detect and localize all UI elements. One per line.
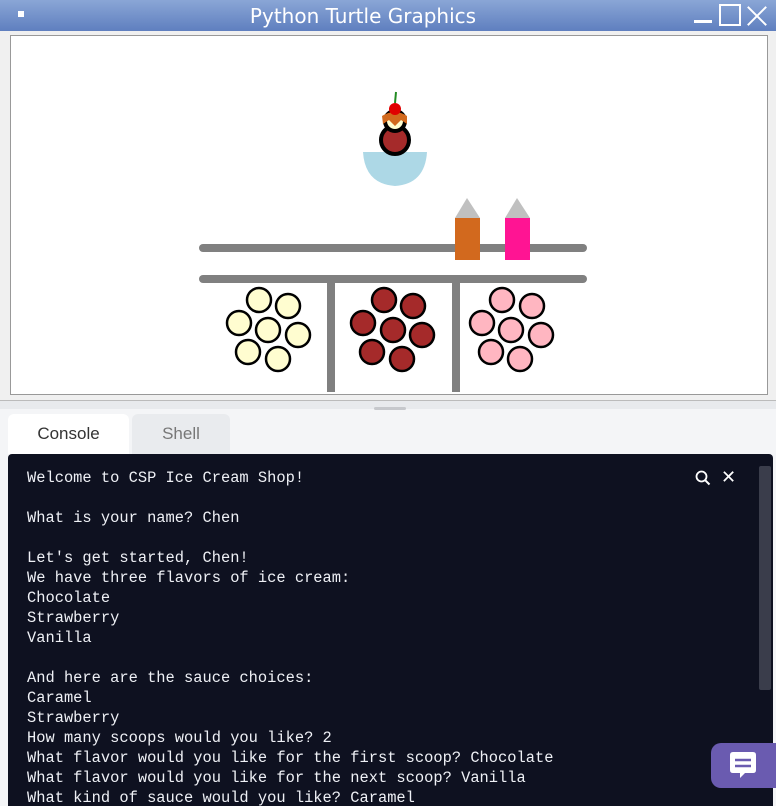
strawberry-tub <box>468 286 555 373</box>
turtle-canvas <box>10 35 768 395</box>
tab-console[interactable]: Console <box>8 414 129 454</box>
caramel-sauce-bottle <box>455 218 480 260</box>
chat-icon <box>730 752 756 778</box>
cherry <box>389 103 401 115</box>
chocolate-tub <box>349 286 436 373</box>
caramel-bottle-cap <box>455 198 480 218</box>
maximize-icon[interactable] <box>719 4 741 26</box>
console-scrollbar[interactable] <box>759 466 771 690</box>
bowl <box>363 152 427 186</box>
strawberry-sauce-bottle <box>505 218 530 260</box>
ice-cream-shop-drawing <box>199 91 587 392</box>
close-icon[interactable]: ✕ <box>721 467 736 488</box>
tab-shell[interactable]: Shell <box>132 414 230 454</box>
window-title: Python Turtle Graphics <box>249 4 477 28</box>
search-icon[interactable] <box>695 470 711 486</box>
resize-grip[interactable] <box>374 407 406 410</box>
console-output-text: Welcome to CSP Ice Cream Shop! What is y… <box>27 469 554 806</box>
minimize-icon[interactable] <box>692 4 714 26</box>
chat-button[interactable] <box>711 743 776 788</box>
cherry-stem <box>394 91 397 104</box>
close-window-icon[interactable] <box>745 4 767 26</box>
vanilla-tub <box>225 286 312 373</box>
console-output-panel[interactable]: Welcome to CSP Ice Cream Shop! What is y… <box>8 454 773 806</box>
strawberry-bottle-cap <box>505 198 530 218</box>
window-titlebar[interactable]: Python Turtle Graphics <box>0 0 776 31</box>
